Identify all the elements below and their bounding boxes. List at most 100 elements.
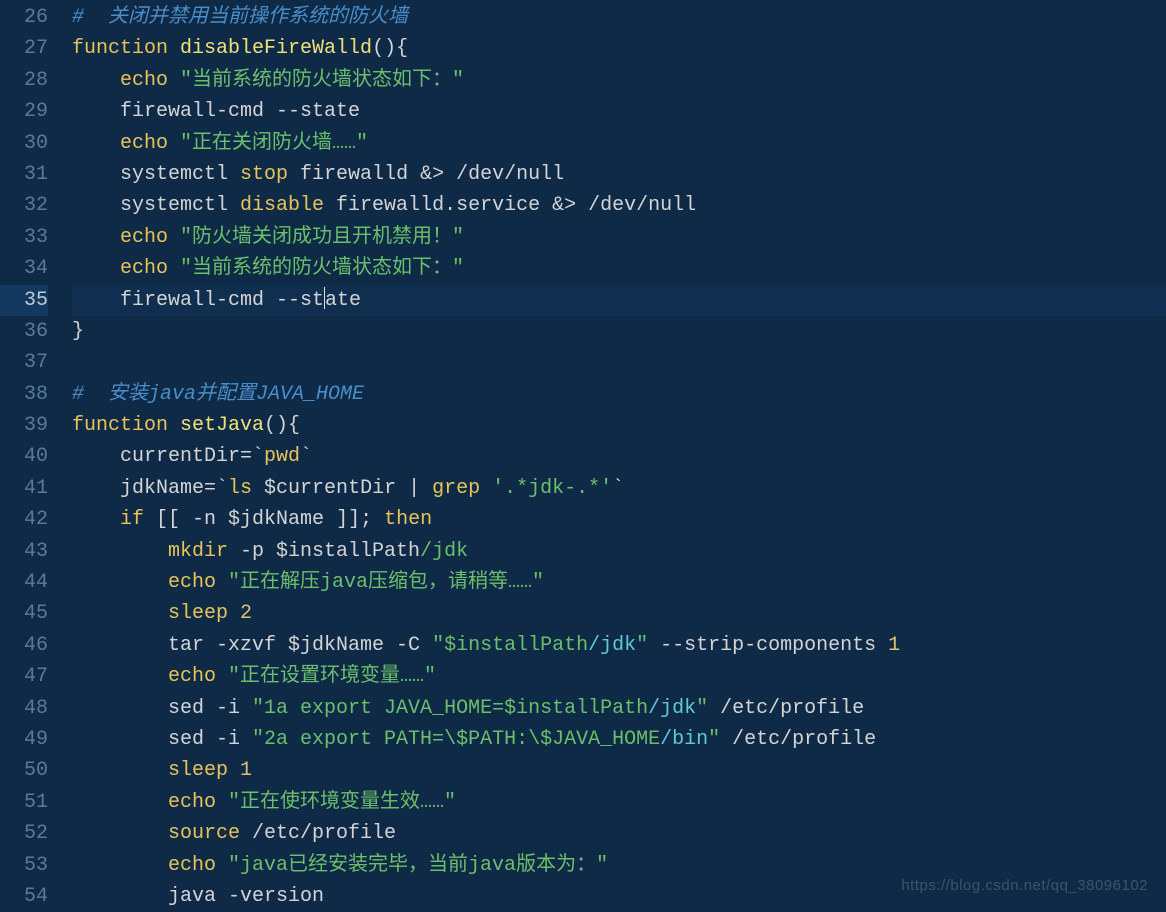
- line-number: 45: [0, 598, 48, 629]
- code-token: [72, 571, 168, 594]
- line-number: 27: [0, 33, 48, 64]
- line-number: 46: [0, 630, 48, 661]
- code-token: setJava: [180, 414, 264, 437]
- code-area[interactable]: # 关闭并禁用当前操作系统的防火墙function disableFireWal…: [62, 0, 1166, 911]
- code-token: [72, 257, 120, 280]
- code-line[interactable]: sed -i "1a export JAVA_HOME=$installPath…: [72, 693, 1166, 724]
- code-line[interactable]: echo "当前系统的防火墙状态如下：": [72, 65, 1166, 96]
- line-number: 26: [0, 2, 48, 33]
- code-line[interactable]: echo "正在设置环境变量……": [72, 661, 1166, 692]
- code-token: echo: [168, 571, 216, 594]
- code-line[interactable]: currentDir=`pwd`: [72, 441, 1166, 472]
- code-token: (){: [264, 414, 300, 437]
- code-token: ": [696, 697, 708, 720]
- code-token: [168, 226, 180, 249]
- line-number: 52: [0, 818, 48, 849]
- code-token: "2a export PATH=\$PATH:\$JAVA_HOME: [252, 728, 660, 751]
- code-token: |: [408, 477, 420, 500]
- line-number: 30: [0, 128, 48, 159]
- code-token: "当前系统的防火墙状态如下：": [180, 69, 464, 92]
- code-line[interactable]: if [[ -n $jdkName ]]; then: [72, 504, 1166, 535]
- code-token: [168, 37, 180, 60]
- line-number: 53: [0, 850, 48, 881]
- code-token: pwd: [264, 445, 300, 468]
- line-number: 38: [0, 379, 48, 410]
- code-token: [480, 477, 492, 500]
- code-line[interactable]: }: [72, 316, 1166, 347]
- code-token: jdkName=`: [72, 477, 228, 500]
- code-token: [168, 69, 180, 92]
- code-token: echo: [120, 132, 168, 155]
- code-token: "正在使环境变量生效……": [228, 791, 456, 814]
- line-number: 50: [0, 755, 48, 786]
- code-token: [[ -n $jdkName ]];: [144, 508, 384, 531]
- code-token: then: [384, 508, 432, 531]
- code-line[interactable]: tar -xzvf $jdkName -C "$installPath/jdk"…: [72, 630, 1166, 661]
- code-token: echo: [168, 665, 216, 688]
- code-token: /bin: [660, 728, 708, 751]
- code-line[interactable]: echo "正在解压java压缩包，请稍等……": [72, 567, 1166, 598]
- line-number: 41: [0, 473, 48, 504]
- code-token: -p $installPath: [228, 540, 420, 563]
- line-number: 37: [0, 347, 48, 378]
- code-token: echo: [168, 854, 216, 877]
- code-line[interactable]: echo "当前系统的防火墙状态如下：": [72, 253, 1166, 284]
- code-line[interactable]: function disableFireWalld(){: [72, 33, 1166, 64]
- code-token: "正在关闭防火墙……": [180, 132, 368, 155]
- line-number: 39: [0, 410, 48, 441]
- line-number: 28: [0, 65, 48, 96]
- code-token: 1: [240, 759, 252, 782]
- line-number: 36: [0, 316, 48, 347]
- code-token: [72, 791, 168, 814]
- code-token: ls: [228, 477, 252, 500]
- code-line[interactable]: firewall-cmd --state: [72, 285, 1166, 316]
- code-token: firewall-cmd --state: [72, 100, 360, 123]
- code-token: [72, 602, 168, 625]
- code-line[interactable]: systemctl stop firewalld &> /dev/null: [72, 159, 1166, 190]
- code-token: }: [72, 320, 84, 343]
- code-token: [72, 132, 120, 155]
- code-line[interactable]: # 关闭并禁用当前操作系统的防火墙: [72, 2, 1166, 33]
- code-line[interactable]: source /etc/profile: [72, 818, 1166, 849]
- code-editor[interactable]: 2627282930313233343536373839404142434445…: [0, 0, 1166, 911]
- code-line[interactable]: function setJava(){: [72, 410, 1166, 441]
- code-token: /jdk: [588, 634, 636, 657]
- code-line[interactable]: sleep 2: [72, 598, 1166, 629]
- code-token: [168, 132, 180, 155]
- code-token: if: [120, 508, 144, 531]
- code-token: [72, 854, 168, 877]
- code-line[interactable]: sleep 1: [72, 755, 1166, 786]
- code-line[interactable]: echo "正在使环境变量生效……": [72, 787, 1166, 818]
- code-token: sleep: [168, 759, 228, 782]
- code-token: firewalld.service: [324, 194, 552, 217]
- code-token: /etc/profile: [720, 728, 876, 751]
- code-token: sed -i: [72, 697, 252, 720]
- code-token: [72, 759, 168, 782]
- code-token: $currentDir: [252, 477, 408, 500]
- code-line[interactable]: echo "防火墙关闭成功且开机禁用！": [72, 222, 1166, 253]
- line-number: 54: [0, 881, 48, 912]
- line-number-gutter: 2627282930313233343536373839404142434445…: [0, 0, 62, 911]
- code-line[interactable]: firewall-cmd --state: [72, 96, 1166, 127]
- code-token: stop: [240, 163, 288, 186]
- code-token: [72, 540, 168, 563]
- code-token: /dev/null: [576, 194, 696, 217]
- code-token: function: [72, 414, 168, 437]
- code-token: /etc/profile: [708, 697, 864, 720]
- code-line[interactable]: sed -i "2a export PATH=\$PATH:\$JAVA_HOM…: [72, 724, 1166, 755]
- code-line[interactable]: # 安装java并配置JAVA_HOME: [72, 379, 1166, 410]
- code-token: java -version: [72, 885, 324, 908]
- code-line[interactable]: echo "正在关闭防火墙……": [72, 128, 1166, 159]
- code-line[interactable]: jdkName=`ls $currentDir | grep '.*jdk-.*…: [72, 473, 1166, 504]
- code-token: [72, 69, 120, 92]
- line-number: 34: [0, 253, 48, 284]
- code-token: echo: [168, 791, 216, 814]
- code-token: `: [300, 445, 312, 468]
- code-line[interactable]: mkdir -p $installPath/jdk: [72, 536, 1166, 567]
- code-line[interactable]: [72, 347, 1166, 378]
- code-token: source: [168, 822, 240, 845]
- code-token: ": [636, 634, 648, 657]
- code-line[interactable]: systemctl disable firewalld.service &> /…: [72, 190, 1166, 221]
- code-token: disable: [240, 194, 324, 217]
- line-number: 40: [0, 441, 48, 472]
